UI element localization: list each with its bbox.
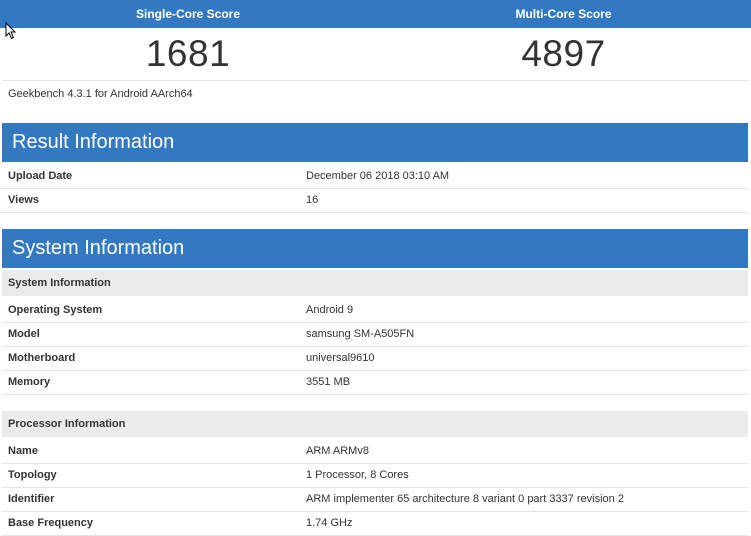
row-value: ARM ARMv8 bbox=[306, 445, 369, 457]
benchmark-version: Geekbench 4.3.1 for Android AArch64 bbox=[8, 88, 193, 100]
divider bbox=[2, 80, 749, 81]
table-row: Operating System Android 9 bbox=[2, 298, 748, 323]
row-value: 3551 MB bbox=[306, 376, 351, 388]
subheader-label: Processor Information bbox=[8, 418, 126, 430]
single-core-score: Single-Core Score 1681 bbox=[0, 0, 376, 80]
result-information-title: Result Information bbox=[12, 131, 175, 153]
single-core-label: Single-Core Score bbox=[0, 0, 376, 28]
row-key: Views bbox=[8, 194, 39, 206]
table-row: Memory 3551 MB bbox=[2, 370, 748, 395]
row-value: 16 bbox=[306, 194, 319, 206]
row-value: December 06 2018 03:10 AM bbox=[306, 170, 450, 182]
table-row: Views 16 bbox=[2, 188, 748, 213]
system-information-subheader: System Information bbox=[2, 270, 748, 296]
mouse-cursor-icon bbox=[5, 22, 17, 40]
row-key: Topology bbox=[8, 469, 57, 481]
row-value: 1.74 GHz bbox=[306, 517, 353, 529]
multi-core-score: Multi-Core Score 4897 bbox=[376, 0, 751, 80]
row-key: Base Frequency bbox=[8, 517, 93, 529]
result-information-header: Result Information bbox=[2, 123, 748, 162]
row-key: Operating System bbox=[8, 304, 103, 316]
multi-core-value: 4897 bbox=[521, 33, 606, 74]
table-row: Name ARM ARMv8 bbox=[2, 439, 748, 464]
table-row: Base Frequency 1.74 GHz bbox=[2, 511, 748, 536]
subheader-label: System Information bbox=[8, 277, 111, 289]
single-core-value: 1681 bbox=[145, 33, 231, 74]
row-key: Name bbox=[8, 445, 38, 457]
row-key: Model bbox=[8, 328, 40, 340]
row-value: samsung SM-A505FN bbox=[306, 328, 415, 340]
system-information-title: System Information bbox=[12, 237, 185, 259]
table-row: Identifier ARM implementer 65 architectu… bbox=[2, 487, 748, 512]
score-panel: Single-Core Score 1681 Multi-Core Score … bbox=[0, 0, 751, 80]
row-key: Upload Date bbox=[8, 170, 73, 182]
row-value: ARM implementer 65 architecture 8 varian… bbox=[306, 493, 624, 505]
table-row: Model samsung SM-A505FN bbox=[2, 322, 748, 347]
row-key: Identifier bbox=[8, 493, 55, 505]
table-row: Upload Date December 06 2018 03:10 AM bbox=[2, 164, 748, 189]
table-row: Motherboard universal9610 bbox=[2, 346, 748, 371]
row-key: Motherboard bbox=[8, 352, 76, 364]
table-row: Topology 1 Processor, 8 Cores bbox=[2, 463, 748, 488]
system-information-header: System Information bbox=[2, 229, 748, 268]
processor-information-subheader: Processor Information bbox=[2, 411, 748, 437]
row-value: 1 Processor, 8 Cores bbox=[306, 469, 409, 481]
row-value: universal9610 bbox=[306, 352, 375, 364]
multi-core-label: Multi-Core Score bbox=[376, 0, 751, 28]
row-value: Android 9 bbox=[306, 304, 354, 316]
row-key: Memory bbox=[8, 376, 51, 388]
